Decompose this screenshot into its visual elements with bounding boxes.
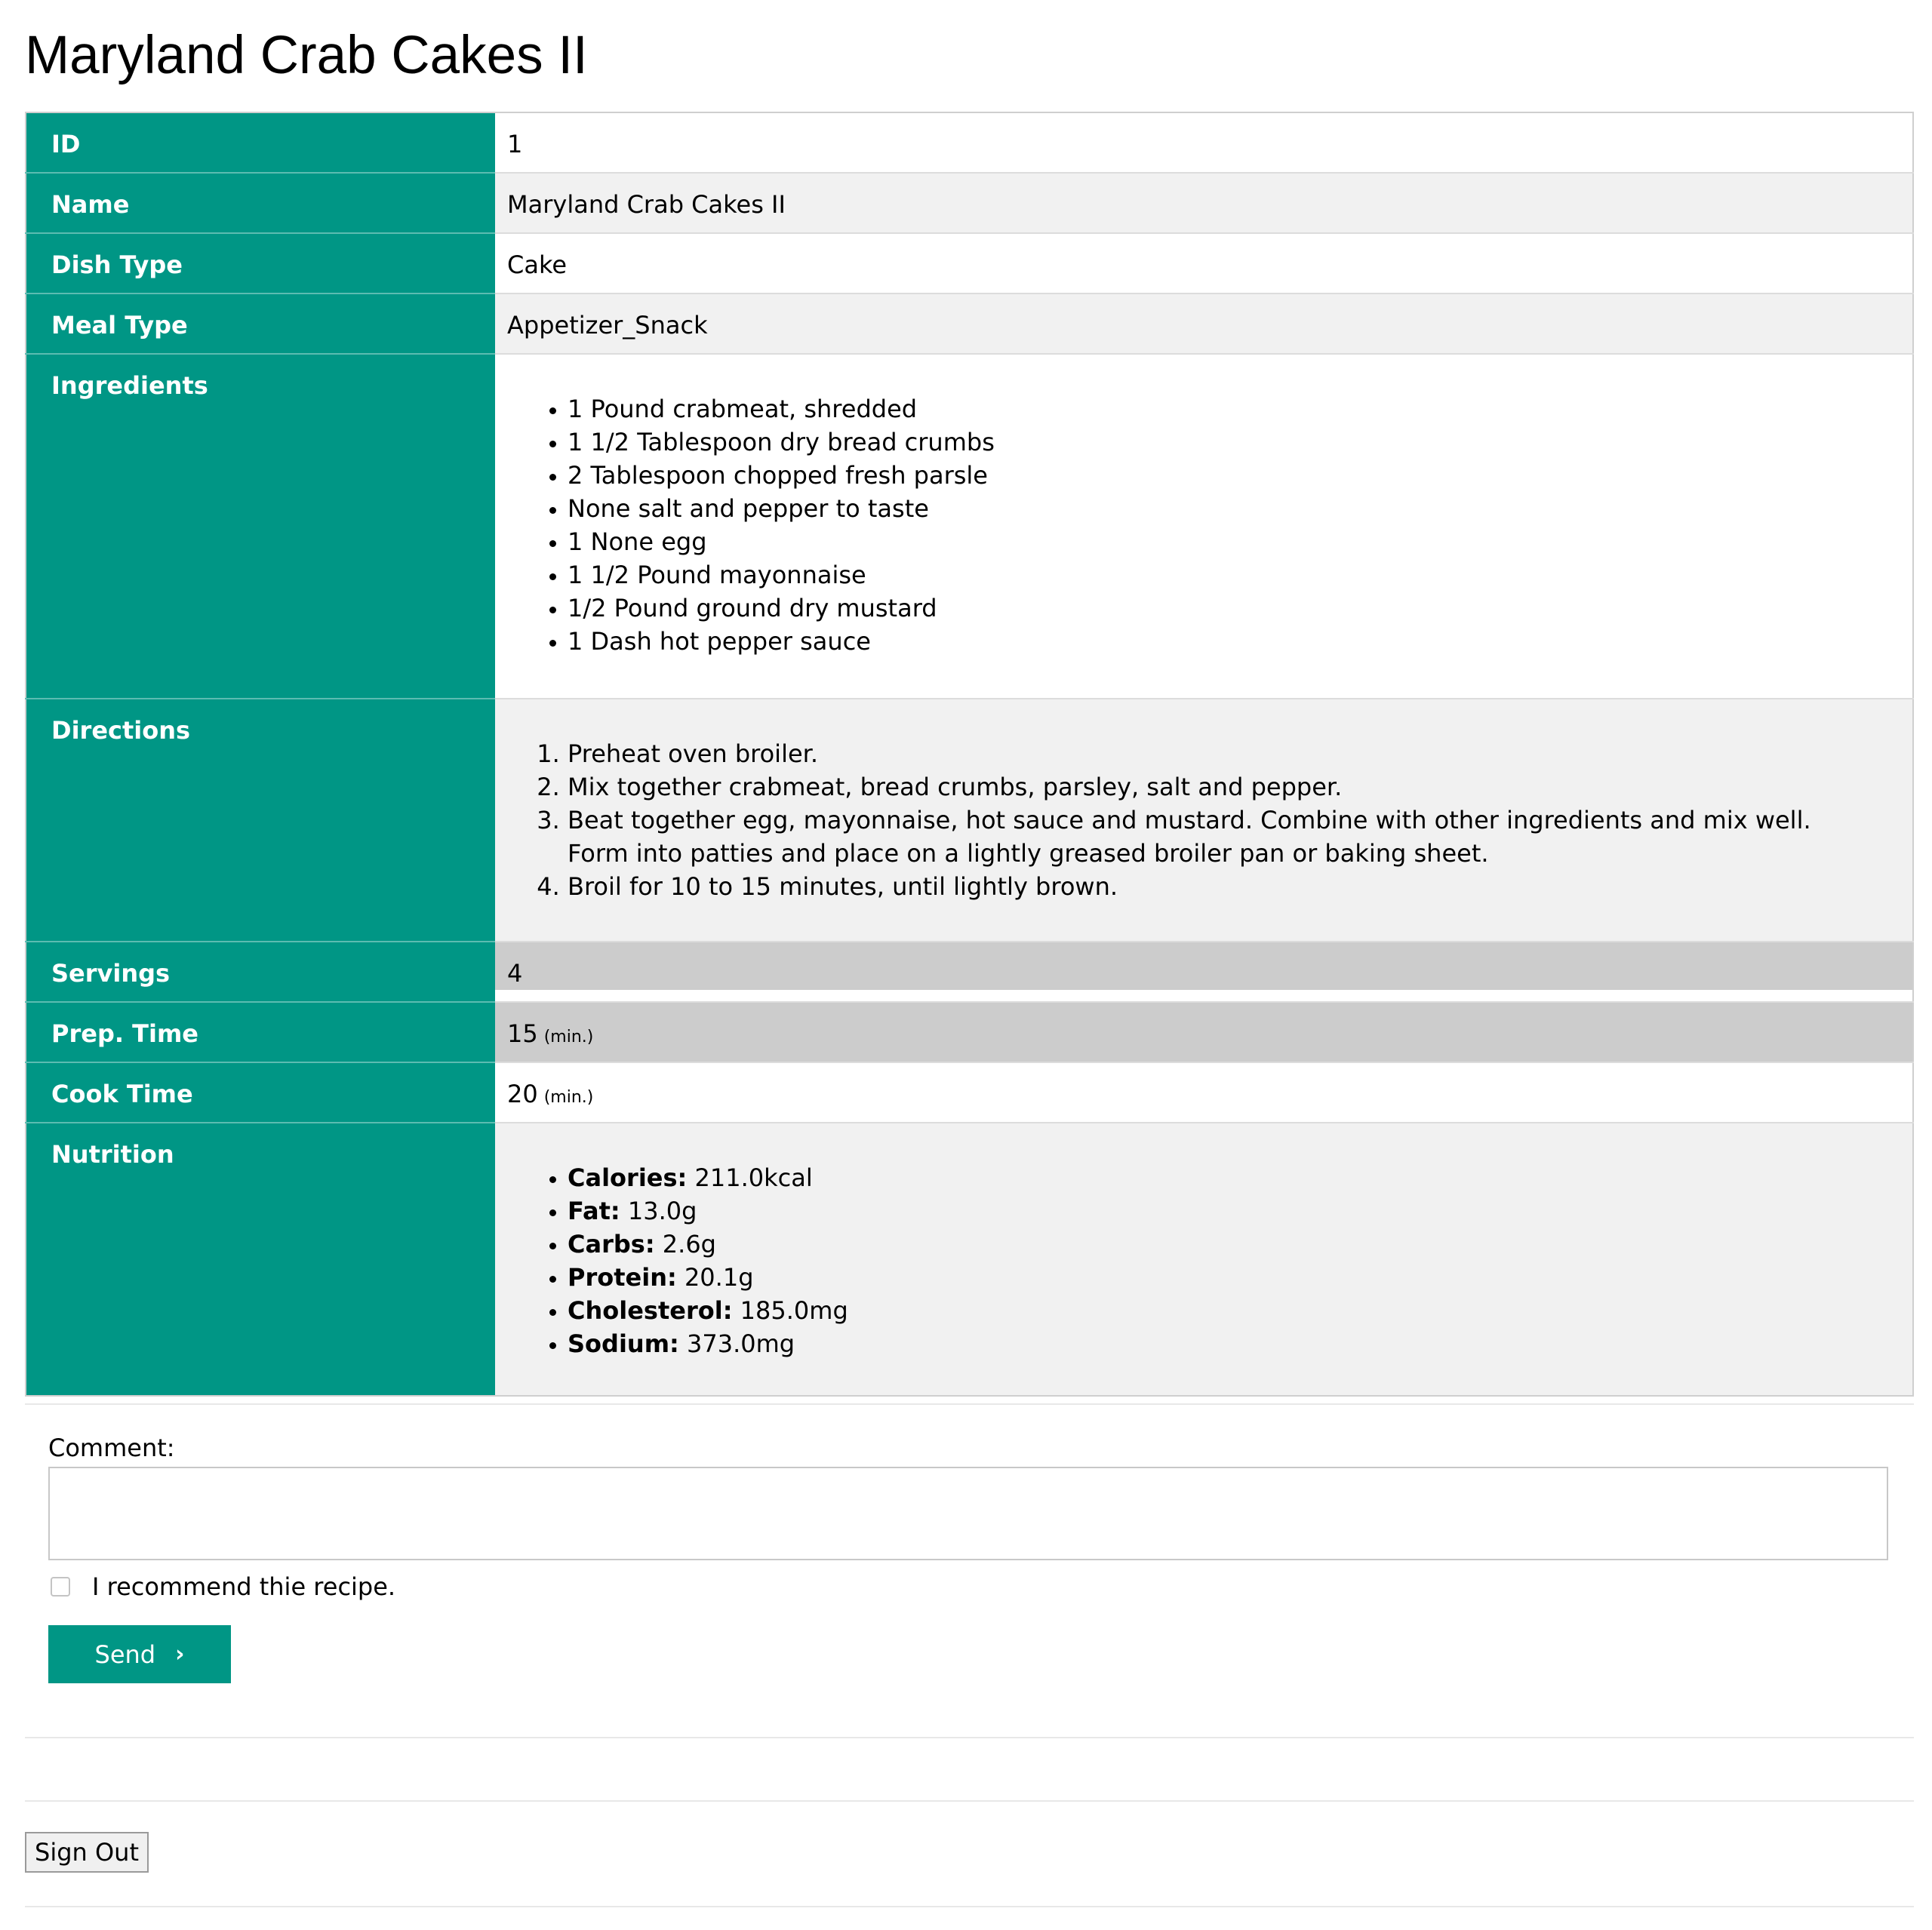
comment-label: Comment: — [48, 1434, 175, 1462]
row-nutrition: Nutrition Calories: 211.0kcal Fat: 13.0g… — [26, 1123, 1913, 1396]
nutrient-name: Calories: — [568, 1163, 688, 1192]
prep-time-value: 15 — [507, 1019, 538, 1048]
list-item: 1 None egg — [568, 525, 1912, 558]
row-value-dish-type: Cake — [495, 233, 1913, 294]
row-label-nutrition: Nutrition — [26, 1123, 495, 1396]
cook-time-value: 20 — [507, 1080, 538, 1108]
divider — [25, 1403, 1914, 1405]
row-separator-value — [495, 990, 1913, 1003]
page-title: Maryland Crab Cakes II — [25, 26, 588, 85]
row-ingredients: Ingredients 1 Pound crabmeat, shredded 1… — [26, 354, 1913, 699]
list-item: 1 1/2 Pound mayonnaise — [568, 558, 1912, 592]
row-value-servings: 4 — [495, 942, 1913, 990]
list-item: Beat together egg, mayonnaise, hot sauce… — [568, 804, 1867, 870]
nutrient-value: 373.0mg — [687, 1329, 795, 1358]
comment-textarea[interactable] — [48, 1467, 1888, 1560]
list-item: Protein: 20.1g — [568, 1261, 1912, 1294]
row-servings: Servings 4 — [26, 942, 1913, 990]
row-value-meal-type: Appetizer_Snack — [495, 293, 1913, 355]
send-label: Send — [94, 1640, 156, 1669]
nutrition-list: Calories: 211.0kcal Fat: 13.0g Carbs: 2.… — [507, 1161, 1912, 1360]
row-value-prep-time: 15 (min.) — [495, 1002, 1913, 1063]
row-label-name: Name — [26, 173, 495, 234]
row-value-cook-time: 20 (min.) — [495, 1062, 1913, 1123]
recommend-checkbox[interactable] — [51, 1577, 70, 1597]
list-item: 1 1/2 Tablespoon dry bread crumbs — [568, 426, 1912, 459]
list-item: 1/2 Pound ground dry mustard — [568, 592, 1912, 625]
prep-time-unit: (min.) — [543, 1028, 594, 1046]
row-cook-time: Cook Time 20 (min.) — [26, 1062, 1913, 1123]
list-item: Sodium: 373.0mg — [568, 1327, 1912, 1360]
row-value-id: 1 — [495, 112, 1913, 174]
recommend-label[interactable]: I recommend thie recipe. — [92, 1571, 395, 1603]
nutrient-value: 20.1g — [684, 1263, 754, 1292]
row-value-ingredients: 1 Pound crabmeat, shredded 1 1/2 Tablesp… — [495, 354, 1913, 699]
directions-list: Preheat oven broiler. Mix together crabm… — [507, 737, 1867, 903]
row-name: Name Maryland Crab Cakes II — [26, 173, 1913, 234]
list-item: None salt and pepper to taste — [568, 492, 1912, 525]
cook-time-unit: (min.) — [543, 1088, 594, 1107]
row-value-name: Maryland Crab Cakes II — [495, 173, 1913, 234]
row-label-ingredients: Ingredients — [26, 354, 495, 699]
row-label-directions: Directions — [26, 699, 495, 942]
list-item: 1 Dash hot pepper sauce — [568, 625, 1912, 658]
list-item: Broil for 10 to 15 minutes, until lightl… — [568, 870, 1867, 903]
list-item: Carbs: 2.6g — [568, 1228, 1912, 1261]
nutrient-name: Cholesterol: — [568, 1296, 733, 1325]
nutrient-name: Protein: — [568, 1263, 677, 1292]
nutrient-value: 185.0mg — [740, 1296, 848, 1325]
row-value-directions: Preheat oven broiler. Mix together crabm… — [495, 699, 1913, 942]
chevron-right-icon: › — [175, 1641, 185, 1667]
divider — [25, 1906, 1914, 1907]
row-separator-label — [26, 990, 495, 1003]
row-label-dish-type: Dish Type — [26, 233, 495, 294]
list-item: Preheat oven broiler. — [568, 737, 1867, 770]
row-directions: Directions Preheat oven broiler. Mix tog… — [26, 699, 1913, 942]
row-dish-type: Dish Type Cake — [26, 233, 1913, 294]
nutrient-value: 2.6g — [662, 1230, 716, 1258]
nutrient-value: 13.0g — [627, 1197, 697, 1225]
ingredients-list: 1 Pound crabmeat, shredded 1 1/2 Tablesp… — [507, 392, 1912, 658]
list-item: Fat: 13.0g — [568, 1194, 1912, 1228]
list-item: 1 Pound crabmeat, shredded — [568, 392, 1912, 426]
row-meal-type: Meal Type Appetizer_Snack — [26, 293, 1913, 355]
row-value-nutrition: Calories: 211.0kcal Fat: 13.0g Carbs: 2.… — [495, 1123, 1913, 1396]
nutrient-name: Sodium: — [568, 1329, 679, 1358]
list-item: Cholesterol: 185.0mg — [568, 1294, 1912, 1327]
nutrient-name: Fat: — [568, 1197, 620, 1225]
list-item: Mix together crabmeat, bread crumbs, par… — [568, 770, 1867, 804]
divider — [25, 1800, 1914, 1802]
nutrient-value: 211.0kcal — [694, 1163, 813, 1192]
row-label-cook-time: Cook Time — [26, 1062, 495, 1123]
row-label-prep-time: Prep. Time — [26, 1002, 495, 1063]
nutrient-name: Carbs: — [568, 1230, 655, 1258]
list-item: Calories: 211.0kcal — [568, 1161, 1912, 1194]
row-label-meal-type: Meal Type — [26, 293, 495, 355]
row-label-id: ID — [26, 112, 495, 174]
row-prep-time: Prep. Time 15 (min.) — [26, 1002, 1913, 1063]
list-item: 2 Tablespoon chopped fresh parsle — [568, 459, 1912, 492]
row-label-servings: Servings — [26, 942, 495, 990]
row-separator — [26, 990, 1913, 1003]
send-button[interactable]: Send › — [48, 1625, 231, 1683]
recipe-details-table: ID 1 Name Maryland Crab Cakes II Dish Ty… — [25, 112, 1914, 1397]
divider — [25, 1737, 1914, 1738]
sign-out-button[interactable]: Sign Out — [25, 1832, 149, 1873]
row-id: ID 1 — [26, 112, 1913, 174]
